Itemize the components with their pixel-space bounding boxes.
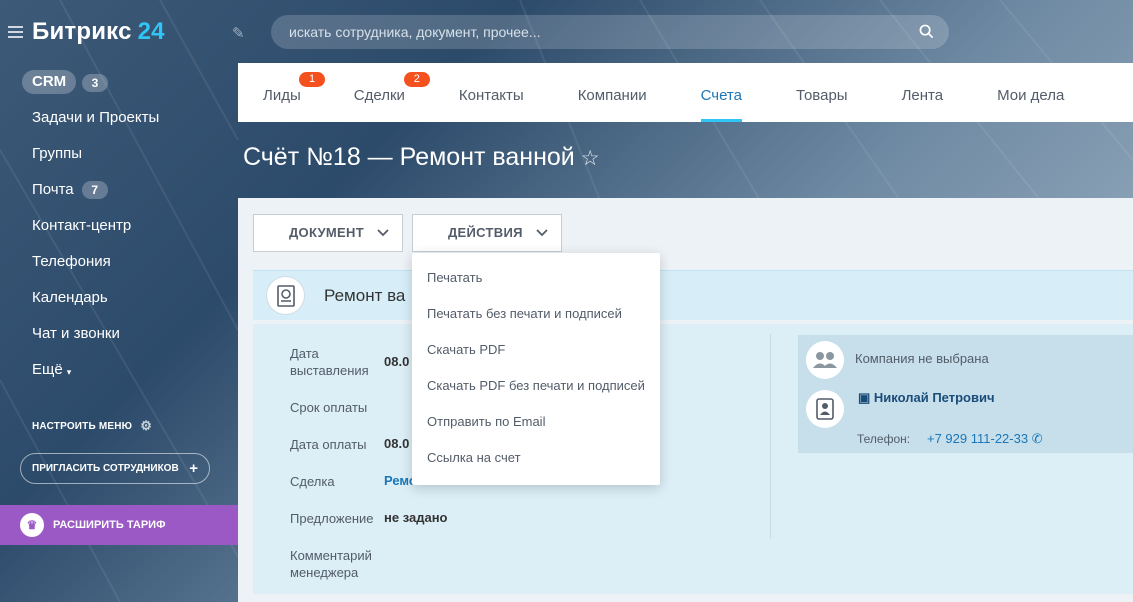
field-label-deal: Сделка <box>290 474 335 489</box>
logo[interactable]: Битрикс 24 <box>32 18 165 46</box>
chevron-down-icon <box>377 229 389 237</box>
deals-counter-badge: 2 <box>403 72 430 87</box>
menu-item-print-without-stamp[interactable]: Печатать без печати и подписей <box>412 296 660 332</box>
menu-item-download-pdf[interactable]: Скачать PDF <box>412 332 660 368</box>
menu-burger-icon[interactable] <box>8 26 23 38</box>
client-card: Компания не выбрана ▣ Николай Петрович Т… <box>798 335 1133 453</box>
tab-companies[interactable]: Компании <box>578 63 647 122</box>
sidebar-item-crm[interactable]: CRM <box>22 70 77 94</box>
field-value-offer: не задано <box>384 510 448 525</box>
page-title: Счёт №18 — Ремонт ванной ☆ <box>243 143 600 171</box>
mail-counter-badge: 7 <box>81 181 108 199</box>
contact-name-link[interactable]: ▣ Николай Петрович <box>858 390 995 406</box>
contact-icon: ▣ <box>858 390 874 405</box>
phone-link[interactable]: +7 929 111-22-33 ✆ <box>927 431 1043 447</box>
sidebar-item-tasks[interactable]: Задачи и Проекты <box>32 106 159 142</box>
call-icon[interactable]: ✆ <box>1032 431 1043 446</box>
actions-menu: Печатать Печатать без печати и подписей … <box>412 253 660 485</box>
field-value-paid-date: 08.0 <box>384 436 410 451</box>
configure-menu-button[interactable]: НАСТРОИТЬ МЕНЮ ⚙ <box>32 418 152 434</box>
tab-leads[interactable]: Лиды 1 <box>263 63 325 122</box>
actions-dropdown-button[interactable]: ДЕЙСТВИЯ <box>412 214 562 252</box>
sidebar-item-groups[interactable]: Группы <box>32 142 159 178</box>
sidebar-item-more[interactable]: Ещё ▾ <box>32 358 159 394</box>
sidebar-item-mail[interactable]: Почта 7 <box>32 178 159 214</box>
main-content: ДОКУМЕНТ ДЕЙСТВИЯ Ремонт ва Дата выставл… <box>238 198 1133 602</box>
field-label-paid-date: Дата оплаты <box>290 437 367 452</box>
sidebar-item-calendar[interactable]: Календарь <box>32 286 159 322</box>
company-not-selected: Компания не выбрана <box>855 351 989 366</box>
caret-down-icon: ▾ <box>66 367 72 377</box>
crm-counter-badge: 3 <box>82 74 108 92</box>
crm-tab-bar: Лиды 1 Сделки 2 Контакты Компании Счета То… <box>238 63 1133 122</box>
tab-deals[interactable]: Сделки 2 <box>354 63 430 122</box>
invoice-icon <box>266 276 305 315</box>
field-label-due-date: Срок оплаты <box>290 400 368 415</box>
menu-item-send-email[interactable]: Отправить по Email <box>412 404 660 440</box>
field-label-offer: Предложение <box>290 511 374 526</box>
search-input[interactable] <box>289 15 889 49</box>
tab-products[interactable]: Товары <box>796 63 848 122</box>
menu-item-print[interactable]: Печатать <box>412 260 660 296</box>
menu-item-invoice-link[interactable]: Ссылка на счет <box>412 440 660 476</box>
tab-contacts[interactable]: Контакты <box>459 63 524 122</box>
chevron-down-icon <box>536 229 548 237</box>
pencil-icon[interactable]: ✎ <box>232 24 245 42</box>
phone-label: Телефон: <box>857 432 911 446</box>
document-dropdown-button[interactable]: ДОКУМЕНТ <box>253 214 403 252</box>
upgrade-tariff-button[interactable]: ♛ РАСШИРИТЬ ТАРИФ <box>0 505 238 545</box>
gear-icon: ⚙ <box>140 418 153 433</box>
sidebar-item-chat[interactable]: Чат и звонки <box>32 322 159 358</box>
field-label-issue-date: Дата выставления <box>290 346 369 378</box>
field-label-comment: Комментарий менеджера <box>290 548 372 580</box>
search-icon[interactable] <box>919 24 934 39</box>
column-divider <box>770 334 771 539</box>
invite-employees-button[interactable]: ПРИГЛАСИТЬ СОТРУДНИКОВ + <box>20 453 210 484</box>
star-icon[interactable]: ☆ <box>581 147 600 170</box>
entity-title: Ремонт ва <box>324 286 406 305</box>
contact-card-icon <box>806 390 844 428</box>
entity-header: Ремонт ва <box>253 270 1133 320</box>
leads-counter-badge: 1 <box>299 72 325 87</box>
search-bar <box>271 15 949 49</box>
company-group-icon <box>806 341 844 379</box>
tab-feed[interactable]: Лента <box>902 63 944 122</box>
tab-invoices[interactable]: Счета <box>700 63 743 122</box>
menu-item-download-pdf-without-stamp[interactable]: Скачать PDF без печати и подписей <box>412 368 660 404</box>
plus-icon: + <box>189 460 198 477</box>
field-value-issue-date: 08.0 <box>384 354 410 369</box>
sidebar-item-telephony[interactable]: Телефония <box>32 250 159 286</box>
sidebar-menu: Задачи и Проекты Группы Почта 7 Контакт-ц… <box>32 106 159 394</box>
left-sidebar: Битрикс 24 CRM 3 Задачи и Проекты Группы … <box>0 0 238 602</box>
tab-my-activities[interactable]: Мои дела <box>997 63 1064 122</box>
sidebar-item-contact-center[interactable]: Контакт-центр <box>32 214 159 250</box>
logo-row: Битрикс 24 <box>8 18 165 46</box>
crown-icon: ♛ <box>20 513 44 537</box>
